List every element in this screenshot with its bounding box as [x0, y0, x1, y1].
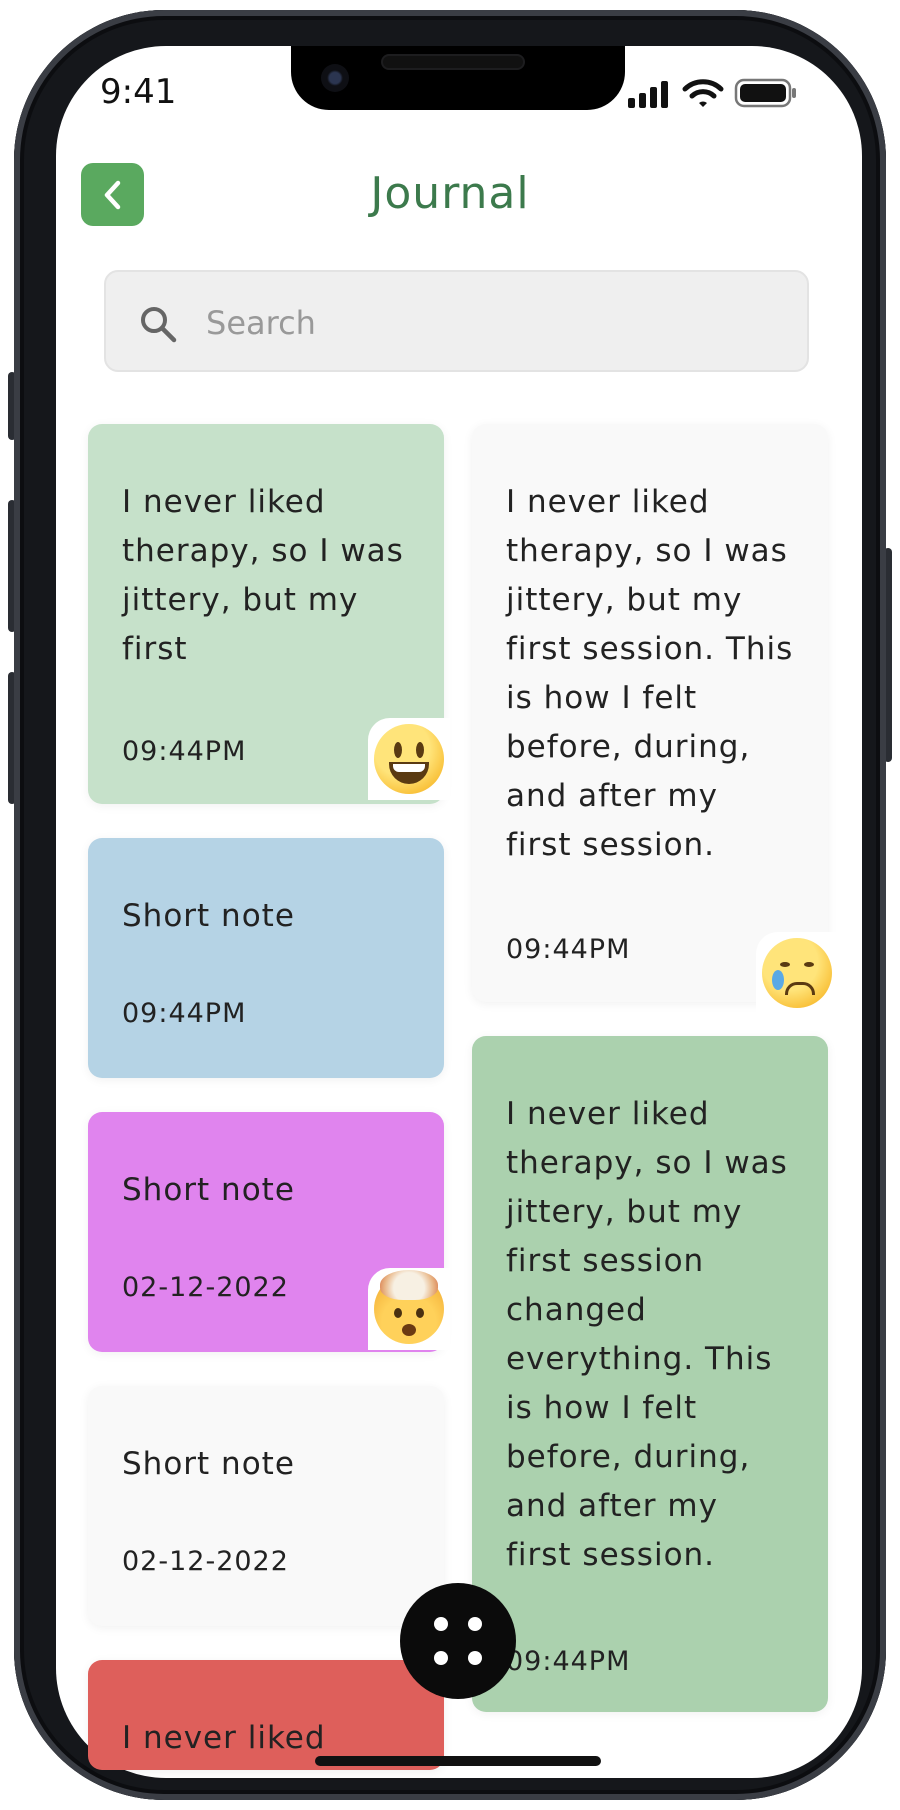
signal-icon: [628, 80, 672, 108]
dot-icon: [468, 1651, 482, 1665]
note-card[interactable]: Short note 02-12-2022: [88, 1386, 444, 1626]
speaker: [383, 56, 523, 68]
status-time: 9:41: [100, 72, 177, 112]
note-text: I never liked therapy, so I was jittery,…: [122, 484, 404, 667]
notch: [291, 46, 625, 110]
dot-icon: [434, 1651, 448, 1665]
home-indicator: [315, 1756, 601, 1766]
note-time: 09:44PM: [122, 998, 247, 1029]
mood-badge: [368, 1268, 450, 1350]
camera-icon: [321, 64, 349, 92]
menu-fab-button[interactable]: [400, 1583, 516, 1699]
wifi-icon: [682, 79, 724, 107]
search-icon: [141, 307, 177, 343]
note-text: Short note: [122, 1172, 295, 1208]
crying-face-emoji: [762, 938, 832, 1008]
note-card[interactable]: I never liked therapy, so I was jittery,…: [472, 1036, 828, 1712]
exploding-head-emoji: [374, 1270, 444, 1344]
mood-badge: [368, 718, 450, 800]
battery-icon: [734, 78, 796, 108]
note-card[interactable]: I never liked: [88, 1660, 444, 1770]
note-time: 09:44PM: [506, 1646, 631, 1677]
note-time: 02-12-2022: [122, 1272, 289, 1303]
note-card[interactable]: Short note 09:44PM: [88, 838, 444, 1078]
note-text: Short note: [122, 898, 295, 934]
search-input[interactable]: [204, 294, 768, 352]
note-time: 02-12-2022: [122, 1546, 289, 1577]
note-text: I never liked therapy, so I was jittery,…: [506, 1096, 788, 1573]
page-title: Journal: [370, 168, 530, 219]
note-text: Short note: [122, 1446, 295, 1482]
note-text: I never liked therapy, so I was jittery,…: [506, 484, 794, 863]
smiling-face-emoji: [374, 724, 444, 794]
search-bar[interactable]: [104, 270, 809, 372]
note-time: 09:44PM: [122, 736, 247, 767]
note-card[interactable]: I never liked therapy, so I was jittery,…: [472, 424, 828, 1002]
dot-icon: [434, 1617, 448, 1631]
note-time: 09:44PM: [506, 934, 631, 965]
mood-badge: [756, 932, 838, 1014]
dot-icon: [468, 1617, 482, 1631]
status-icons: [628, 78, 798, 108]
